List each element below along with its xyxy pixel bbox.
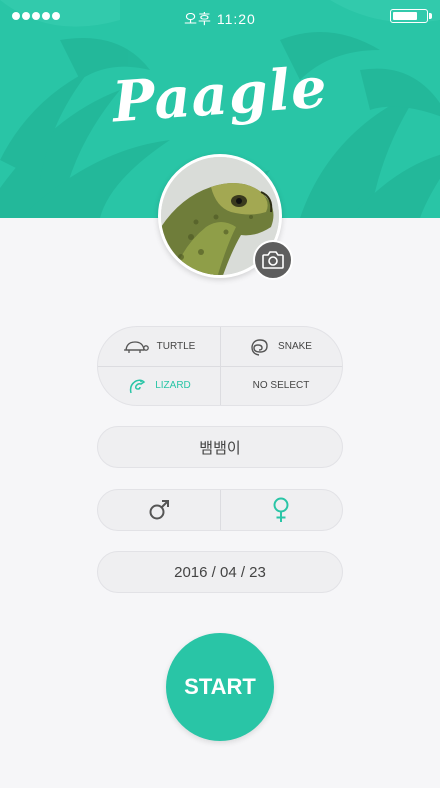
species-label-no-select: NO SELECT (252, 380, 310, 391)
species-option-turtle[interactable]: TURTLE (98, 327, 220, 366)
species-option-lizard[interactable]: LIZARD (98, 366, 220, 405)
species-label-lizard: LIZARD (155, 380, 191, 391)
species-option-no-select[interactable]: NO SELECT (220, 366, 342, 405)
snake-icon (251, 338, 268, 356)
male-icon (149, 500, 169, 520)
pet-name-value: 뱀뱀이 (199, 439, 241, 457)
start-button[interactable]: START (166, 633, 274, 741)
status-time: 오후 11:20 (184, 11, 256, 27)
battery-icon (390, 9, 432, 23)
camera-button[interactable] (253, 240, 293, 280)
start-button-label: START (184, 674, 256, 699)
pet-name-field[interactable]: 뱀뱀이 (97, 426, 343, 468)
gender-option-male[interactable] (98, 490, 220, 530)
gender-option-female[interactable] (220, 490, 342, 530)
birth-date-field[interactable]: 2016 / 04 / 23 (97, 551, 343, 593)
birth-date-value: 2016 / 04 / 23 (174, 563, 266, 581)
species-selector: TURTLE SNAKE LIZARD NO SELECT (97, 326, 343, 406)
lizard-icon (130, 378, 146, 393)
species-label-turtle: TURTLE (156, 341, 196, 352)
species-label-snake: SNAKE (278, 341, 312, 352)
female-icon (273, 497, 289, 522)
gender-selector (97, 489, 343, 531)
species-option-snake[interactable]: SNAKE (220, 327, 342, 366)
status-bar: 오후 11:20 (0, 0, 440, 34)
turtle-icon (123, 340, 149, 353)
camera-icon (262, 251, 284, 269)
